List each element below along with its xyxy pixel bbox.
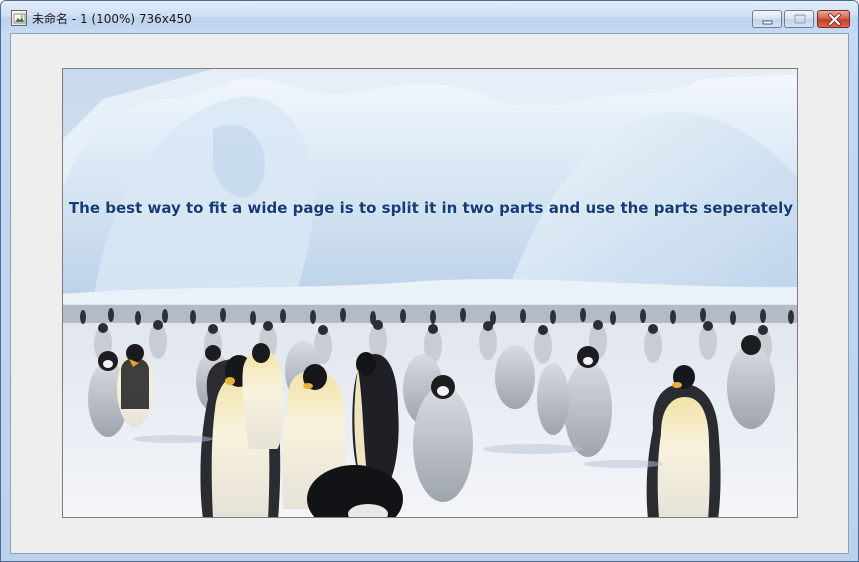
document-workspace[interactable]: The best way to fit a wide page is to sp…	[10, 33, 849, 554]
image-file-icon[interactable]	[11, 10, 27, 26]
image-canvas[interactable]: The best way to fit a wide page is to sp…	[62, 68, 798, 518]
penguin-photo	[63, 69, 797, 517]
window-title: 未命名 - 1 (100%) 736x450	[32, 12, 192, 26]
minimize-icon	[762, 20, 773, 25]
app-window: 未命名 - 1 (100%) 736x450 The best way to f…	[0, 0, 859, 562]
close-icon	[828, 13, 841, 26]
maximize-button[interactable]	[784, 10, 814, 28]
maximize-icon	[794, 14, 806, 24]
minimize-button[interactable]	[752, 10, 782, 28]
title-bar[interactable]: 未命名 - 1 (100%) 736x450	[1, 1, 858, 33]
close-button[interactable]	[817, 10, 850, 28]
image-caption-text[interactable]: The best way to fit a wide page is to sp…	[63, 199, 797, 217]
